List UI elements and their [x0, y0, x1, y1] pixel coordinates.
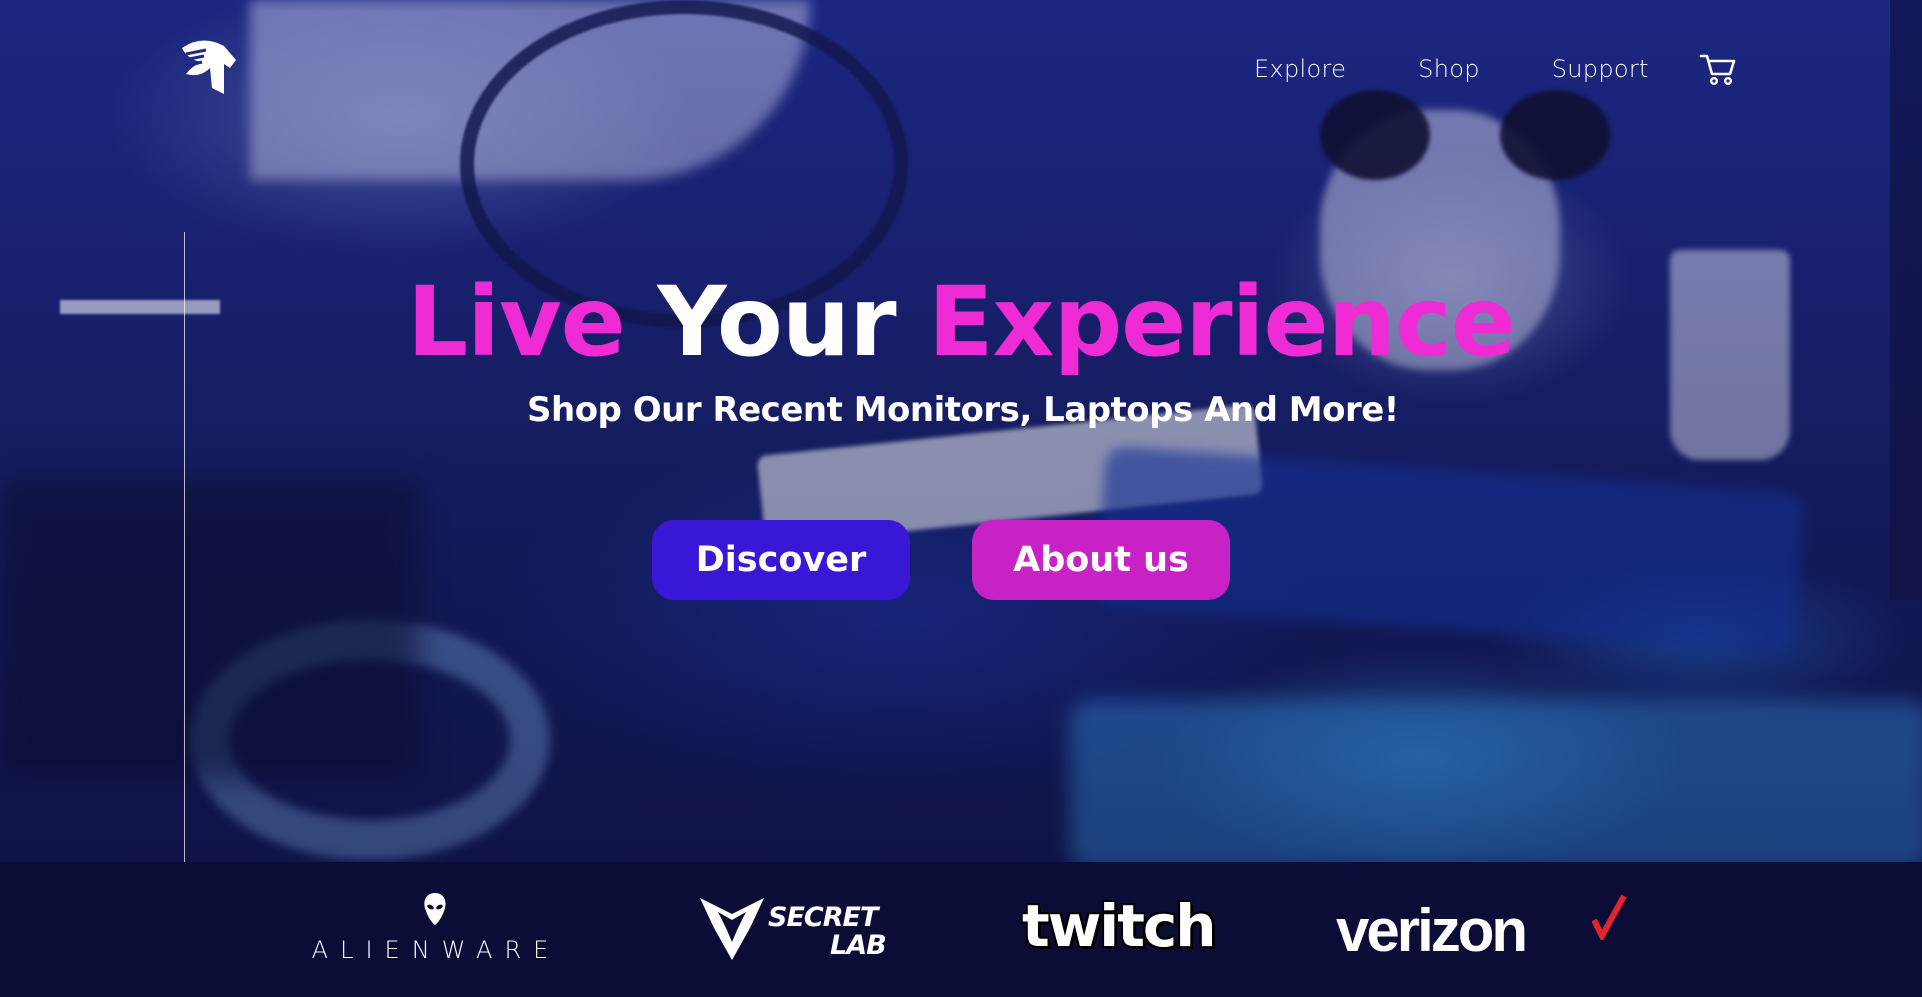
alienware-wordmark: ALIENWARE: [311, 936, 561, 964]
secretlab-logo[interactable]: SECRET LAB: [698, 896, 908, 964]
cart-icon[interactable]: [1699, 52, 1737, 86]
alien-head-icon: [424, 893, 446, 925]
secretlab-emblem-icon: [700, 898, 764, 960]
headline-word-your: Your: [657, 266, 896, 378]
nav-explore[interactable]: Explore: [1254, 55, 1346, 83]
nav-support[interactable]: Support: [1552, 55, 1649, 83]
discover-button[interactable]: Discover: [652, 520, 910, 600]
hero-headline: Live Your Experience: [0, 266, 1922, 378]
secretlab-wordmark-line1: SECRET: [768, 902, 878, 933]
twitch-wordmark: twitch: [1022, 892, 1217, 960]
liquid-horse-logo-icon[interactable]: [172, 38, 242, 100]
partner-logos-bar: ALIENWARE SECRET LAB twitch verizon: [0, 862, 1922, 997]
secretlab-wordmark-line2: LAB: [830, 930, 887, 961]
twitch-logo[interactable]: twitch: [1022, 892, 1218, 962]
verizon-wordmark: verizon: [1336, 897, 1528, 964]
alienware-logo[interactable]: ALIENWARE: [296, 892, 576, 964]
headline-word-experience: Experience: [927, 266, 1516, 378]
verizon-logo[interactable]: verizon: [1336, 894, 1636, 964]
about-us-button[interactable]: About us: [972, 520, 1230, 600]
hero-background: [0, 0, 1922, 862]
hero-subheadline: Shop Our Recent Monitors, Laptops And Mo…: [527, 390, 1399, 430]
main-nav: Explore Shop Support: [1254, 52, 1737, 86]
nav-shop[interactable]: Shop: [1418, 55, 1480, 83]
verizon-checkmark-icon: [1592, 894, 1627, 940]
headline-word-live: Live: [407, 266, 626, 378]
